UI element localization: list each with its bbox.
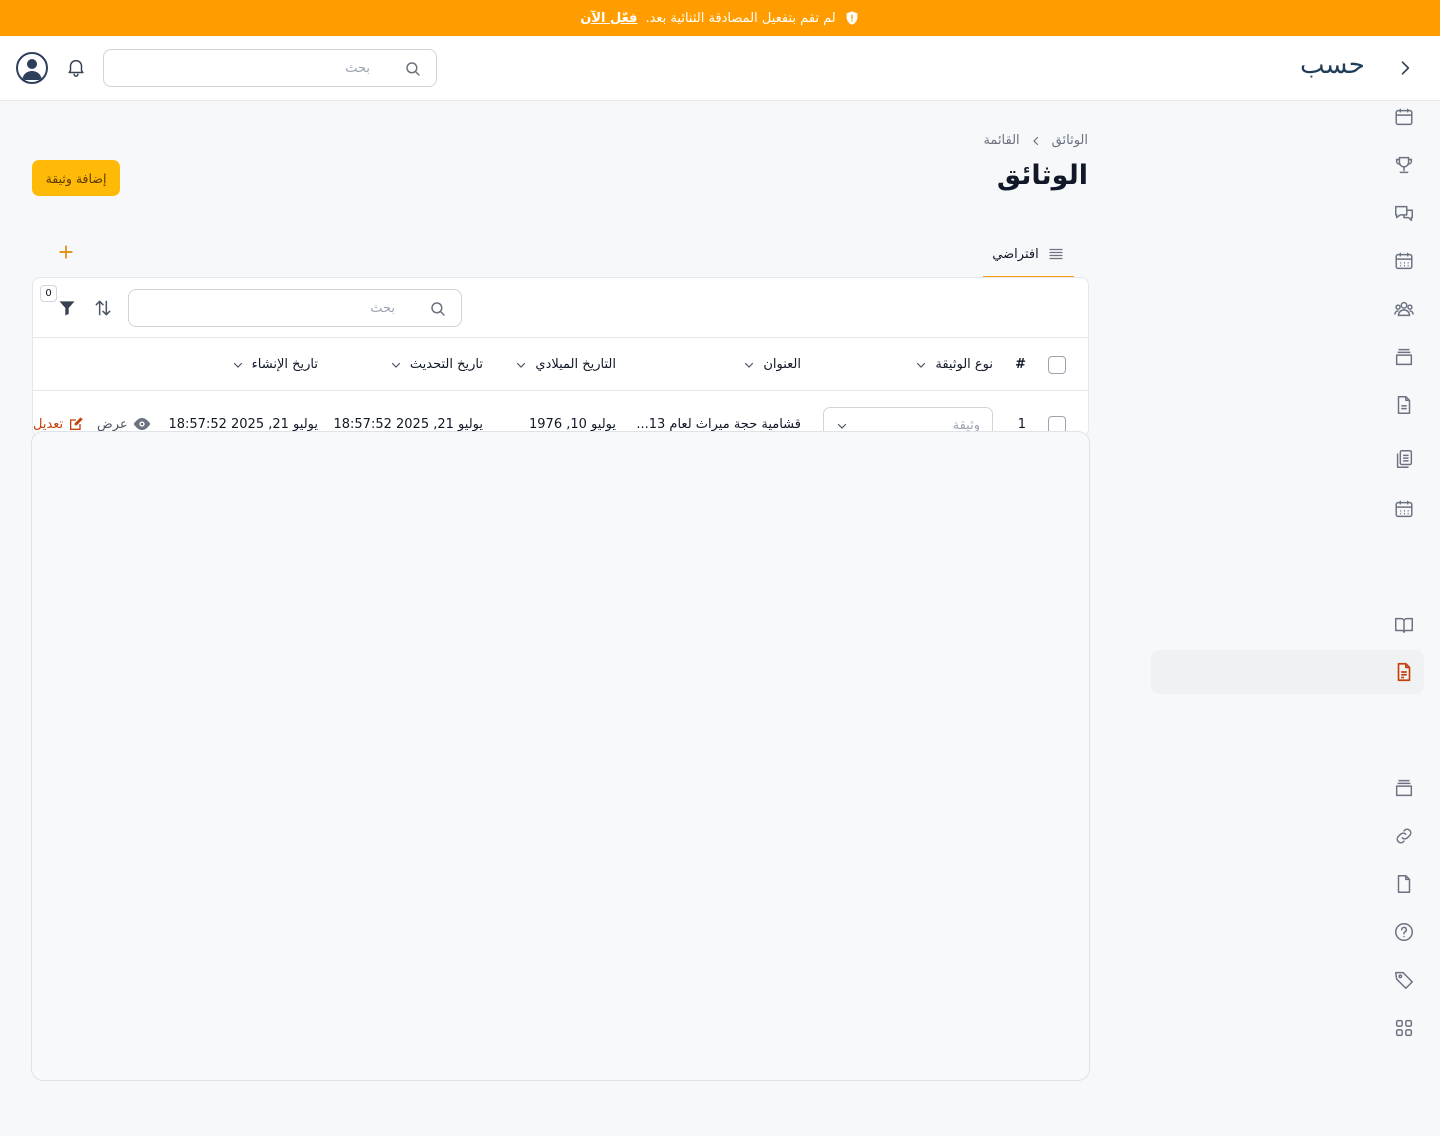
column-updated[interactable]: تاريخ التحديث (390, 338, 483, 391)
sidebar-item-files[interactable] (1393, 873, 1415, 895)
user-avatar-icon[interactable] (16, 52, 48, 84)
chevron-down-icon (917, 362, 926, 368)
add-view-icon[interactable] (56, 242, 76, 262)
select-all-checkbox[interactable] (1048, 356, 1066, 374)
sidebar-item-calendar-grid[interactable] (1393, 498, 1415, 520)
app-header: حسب (0, 36, 1440, 101)
eye-icon (133, 418, 150, 430)
list-icon (1047, 245, 1065, 263)
sidebar-item-clipboard[interactable] (1393, 448, 1415, 470)
sidebar-item-calendar[interactable] (1393, 106, 1415, 128)
column-created-label: تاريخ الإنشاء (251, 357, 318, 372)
chevron-right-icon[interactable] (1395, 58, 1415, 78)
tag-icon (1395, 971, 1413, 989)
calendar-grid-icon (1395, 252, 1413, 270)
sidebar-item-chat[interactable] (1393, 202, 1415, 224)
document-text-icon (1397, 662, 1411, 682)
column-updated-label: تاريخ التحديث (409, 357, 483, 372)
sidebar-item-links[interactable] (1393, 825, 1415, 847)
tab-default[interactable]: افتراضي (983, 232, 1074, 278)
chat-icon (1395, 205, 1413, 222)
two-factor-banner: لم تقم بتفعيل المصادقة الثنائية بعد. فعّ… (0, 0, 1440, 36)
search-icon (429, 300, 447, 318)
breadcrumb-root[interactable]: الوثائق (1052, 133, 1088, 148)
add-document-button[interactable]: إضافة وثيقة (32, 160, 120, 196)
calendar-icon (1395, 108, 1413, 126)
filter-count-badge: 0 (40, 285, 57, 302)
enable-2fa-link[interactable]: فعّل الآن (580, 11, 637, 26)
chevron-down-icon (233, 362, 242, 368)
table-search[interactable] (128, 289, 462, 327)
chevron-left-icon (1030, 135, 1042, 147)
column-title-label: العنوان (763, 357, 801, 372)
sidebar-item-apps[interactable] (1393, 1017, 1415, 1039)
edit-icon (70, 417, 83, 430)
column-index: # (1015, 338, 1026, 391)
sort-icon[interactable] (93, 298, 113, 318)
column-gregorian-date[interactable]: التاريخ الميلادي (515, 338, 616, 391)
column-type-label: نوع الوثيقة (935, 357, 993, 372)
bell-icon[interactable] (65, 56, 87, 78)
documents-table: 0 # نوع الوثيقة العنوان التاريخ الميلادي… (32, 277, 1089, 437)
column-created[interactable]: تاريخ الإنشاء (232, 338, 318, 391)
table-header: # نوع الوثيقة العنوان التاريخ الميلادي ت… (33, 338, 1088, 391)
breadcrumb: الوثائق القائمة (983, 133, 1088, 148)
sidebar-active-highlight (1151, 650, 1424, 694)
tab-label: افتراضي (992, 246, 1039, 262)
sidebar-item-schedule[interactable] (1393, 250, 1415, 272)
sidebar-item-archive[interactable] (1393, 346, 1415, 368)
banner-message: لم تقم بتفعيل المصادقة الثنائية بعد. (645, 10, 836, 26)
table-search-input[interactable] (129, 290, 461, 326)
trophy-icon (1395, 156, 1413, 174)
column-index-label: # (1015, 357, 1026, 372)
search-icon (404, 60, 422, 78)
sidebar-item-documents-active[interactable] (1393, 661, 1415, 683)
link-icon (1396, 828, 1412, 844)
chevron-down-icon (517, 362, 526, 368)
page-title: الوثائق (996, 160, 1088, 191)
sidebar-item-users[interactable] (1393, 298, 1415, 320)
sidebar-item-awards[interactable] (1393, 154, 1415, 176)
app-logo[interactable]: حسب (1300, 50, 1365, 80)
archive-icon (1395, 779, 1413, 797)
filter-icon[interactable] (57, 298, 77, 318)
chevron-down-icon (391, 362, 401, 368)
breadcrumb-current: القائمة (983, 133, 1020, 148)
help-icon (1395, 923, 1413, 941)
row-edit-label: تعديل (33, 416, 64, 432)
file-icon (1397, 875, 1411, 893)
header-search-input[interactable] (104, 50, 436, 86)
column-type[interactable]: نوع الوثيقة (915, 338, 993, 391)
empty-overlay-panel (31, 431, 1090, 1081)
book-icon (1395, 617, 1413, 634)
apps-icon (1395, 1019, 1413, 1037)
shield-alert-icon (844, 10, 860, 26)
row-view-label: عرض (97, 416, 128, 432)
archive-icon (1395, 348, 1413, 366)
clipboard-icon (1396, 450, 1413, 468)
sidebar-item-documents[interactable] (1393, 394, 1415, 416)
chevron-down-icon (745, 362, 754, 368)
column-gregorian-date-label: التاريخ الميلادي (535, 357, 616, 372)
document-icon (1397, 396, 1411, 414)
header-search[interactable] (103, 49, 437, 87)
calendar-grid-icon (1395, 500, 1413, 518)
column-title[interactable]: العنوان (743, 338, 801, 391)
sidebar-item-library[interactable] (1393, 614, 1415, 636)
users-icon (1394, 301, 1414, 317)
sidebar-item-storage[interactable] (1393, 777, 1415, 799)
sidebar-item-tags[interactable] (1393, 969, 1415, 991)
table-toolbar: 0 (33, 278, 1088, 338)
sidebar-item-help[interactable] (1393, 921, 1415, 943)
